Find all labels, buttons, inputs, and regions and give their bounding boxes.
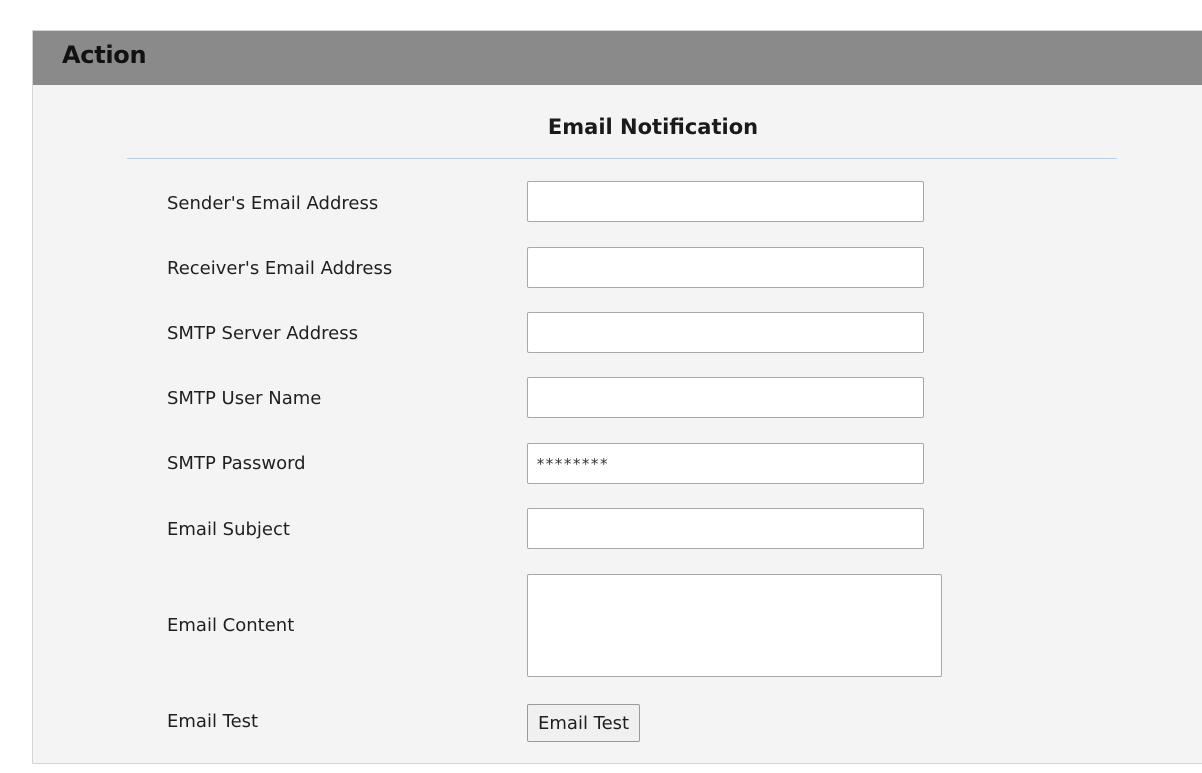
smtp-server-input[interactable]: [527, 312, 924, 353]
sender-email-input[interactable]: [527, 181, 924, 222]
email-content-textarea[interactable]: [527, 574, 942, 677]
action-panel: Action Email Notification Sender's Email…: [32, 30, 1202, 764]
email-content-label: Email Content: [167, 615, 295, 636]
email-test-button[interactable]: Email Test: [527, 704, 641, 742]
email-subject-input[interactable]: [527, 508, 924, 549]
receiver-email-input[interactable]: [527, 247, 924, 288]
smtp-server-label: SMTP Server Address: [167, 323, 358, 344]
smtp-password-input[interactable]: [527, 443, 924, 484]
receiver-email-label: Receiver's Email Address: [167, 258, 393, 279]
panel-header: Action: [33, 31, 1202, 85]
smtp-password-label: SMTP Password: [167, 453, 306, 474]
section-divider: [127, 158, 1117, 159]
email-test-label: Email Test: [167, 711, 259, 732]
panel-title: Action: [62, 41, 147, 69]
sender-email-label: Sender's Email Address: [167, 193, 379, 214]
smtp-user-label: SMTP User Name: [167, 388, 322, 409]
section-title: Email Notification: [547, 115, 759, 139]
email-subject-label: Email Subject: [167, 519, 290, 540]
smtp-user-input[interactable]: [527, 377, 924, 418]
